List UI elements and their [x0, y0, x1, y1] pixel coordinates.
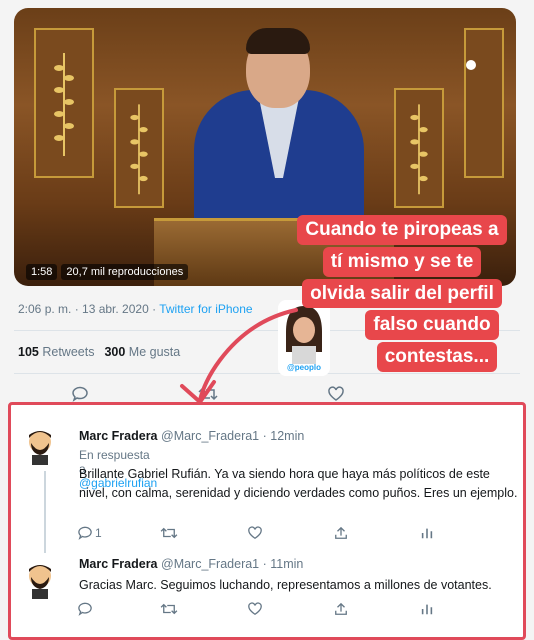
caption-line: olvida salir del perfil	[302, 278, 502, 309]
thread-line	[44, 471, 46, 553]
share-icon[interactable]	[331, 525, 351, 541]
laurel-icon	[54, 53, 74, 156]
reply-actions: 1	[75, 525, 437, 541]
retweet-icon[interactable]	[159, 601, 179, 617]
retweets-label: Retweets	[42, 345, 95, 359]
caption-line: Cuando te piropeas a	[297, 215, 507, 245]
analytics-icon[interactable]	[417, 601, 437, 617]
timestamp-text: 2:06 p. m. · 13 abr. 2020 ·	[18, 302, 160, 316]
caption-line: falso cuando	[365, 310, 499, 340]
likes-count: 300	[104, 345, 126, 359]
retweet-icon[interactable]	[159, 525, 179, 541]
video-meta: 1:58 20,7 mil reproducciones	[26, 264, 189, 280]
tweet-stats: 105 Retweets 300 Me gusta	[18, 345, 180, 359]
share-icon[interactable]	[331, 601, 351, 617]
tweet-text: Brillante Gabriel Rufián. Ya va siendo h…	[79, 467, 518, 501]
tweet-header: Marc Fradera @Marc_Fradera1 · 11min	[79, 557, 303, 571]
speaker-hair	[246, 28, 310, 54]
reply-icon[interactable]	[75, 601, 95, 617]
laurel-icon	[410, 104, 428, 195]
author-handle: @Marc_Fradera1 · 12min	[161, 429, 305, 443]
meme-caption: Cuando te piropeas a tí mismo y se te ol…	[278, 214, 526, 373]
retweets-count: 105	[18, 345, 39, 359]
record-dot	[466, 60, 476, 70]
author-name[interactable]: Marc Fradera	[79, 557, 158, 571]
like-icon[interactable]	[245, 525, 265, 541]
tweet-header: Marc Fradera @Marc_Fradera1 · 12min	[79, 429, 304, 443]
video-duration: 1:58	[26, 264, 58, 280]
reply-actions	[75, 601, 437, 617]
tweet-text: Gracias Marc. Seguimos luchando, represe…	[79, 578, 492, 592]
retweets-stat[interactable]: 105 Retweets	[18, 345, 94, 359]
like-icon[interactable]	[245, 601, 265, 617]
reply-icon[interactable]	[75, 525, 95, 541]
replies-highlight: Marc Fradera @Marc_Fradera1 · 12min En r…	[8, 402, 526, 640]
author-name[interactable]: Marc Fradera	[79, 429, 158, 443]
laurel-icon	[130, 104, 148, 195]
caption-line: contestas...	[376, 342, 498, 372]
avatar-icon	[29, 565, 51, 599]
like-icon[interactable]	[326, 386, 346, 402]
caption-line: tí mismo y se te	[322, 246, 482, 277]
avatar[interactable]	[23, 561, 57, 599]
avatar-icon	[29, 431, 51, 465]
annotation-arrow	[180, 308, 298, 404]
author-handle: @Marc_Fradera1 · 11min	[161, 557, 304, 571]
analytics-icon[interactable]	[417, 525, 437, 541]
reply-icon[interactable]	[70, 386, 90, 402]
avatar[interactable]	[23, 427, 57, 465]
video-views: 20,7 mil reproducciones	[61, 264, 189, 280]
decor-panel	[464, 28, 504, 178]
reply-count: 1	[95, 526, 102, 540]
